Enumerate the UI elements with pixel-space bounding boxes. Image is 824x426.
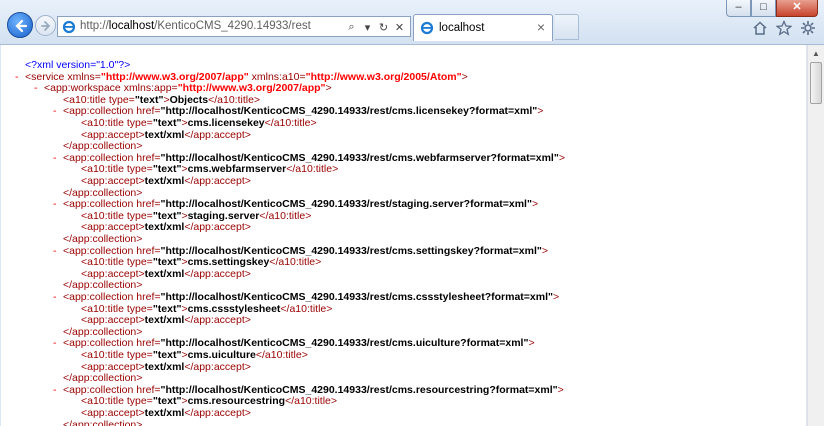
collapse-toggle[interactable]: - — [53, 337, 57, 350]
refresh-icon[interactable]: ↻ — [377, 21, 390, 34]
vertical-scrollbar[interactable]: ▲ — [807, 45, 824, 426]
collapse-toggle[interactable]: - — [34, 82, 38, 95]
scroll-thumb[interactable] — [810, 62, 822, 104]
scroll-up-icon[interactable]: ▲ — [809, 46, 823, 61]
collapse-toggle[interactable]: - — [53, 291, 57, 304]
tab-title: localhost — [439, 22, 485, 34]
tab-close-icon[interactable]: × — [537, 19, 545, 35]
back-icon — [15, 19, 28, 33]
collapse-toggle[interactable]: - — [53, 245, 57, 258]
forward-icon — [41, 21, 51, 31]
ie-icon — [62, 20, 76, 34]
dropdown-icon[interactable]: ▾ — [361, 21, 374, 34]
favorites-icon[interactable] — [776, 20, 792, 36]
tab-localhost[interactable]: localhost × — [413, 14, 553, 41]
collection-end: </app:collection> — [63, 418, 143, 426]
xml-document-view: <?xml version="1.0"?> - <service xmlns="ht… — [1, 45, 806, 426]
browser-toolbar: http://localhost/KenticoCMS_4290.14933/r… — [0, 0, 824, 45]
address-url[interactable]: http://localhost/KenticoCMS_4290.14933/r… — [80, 20, 311, 32]
forward-button[interactable] — [35, 15, 56, 36]
minimize-button[interactable]: – — [726, 0, 751, 17]
home-icon[interactable] — [752, 20, 768, 36]
back-button[interactable] — [7, 12, 33, 38]
close-button[interactable]: ✕ — [776, 0, 818, 17]
ie-icon — [420, 21, 434, 35]
search-icon[interactable]: ⌕ — [345, 21, 358, 34]
new-tab-button[interactable] — [555, 14, 579, 40]
collapse-toggle[interactable]: - — [53, 105, 57, 118]
tools-icon[interactable] — [800, 20, 816, 36]
collapse-toggle[interactable]: - — [15, 71, 19, 84]
collapse-toggle[interactable]: - — [53, 152, 57, 165]
collapse-toggle[interactable]: - — [53, 384, 57, 397]
address-bar[interactable]: http://localhost/KenticoCMS_4290.14933/r… — [57, 16, 411, 37]
stop-icon[interactable]: ✕ — [393, 21, 406, 34]
maximize-button[interactable]: □ — [751, 0, 776, 17]
collapse-toggle[interactable]: - — [53, 198, 57, 211]
